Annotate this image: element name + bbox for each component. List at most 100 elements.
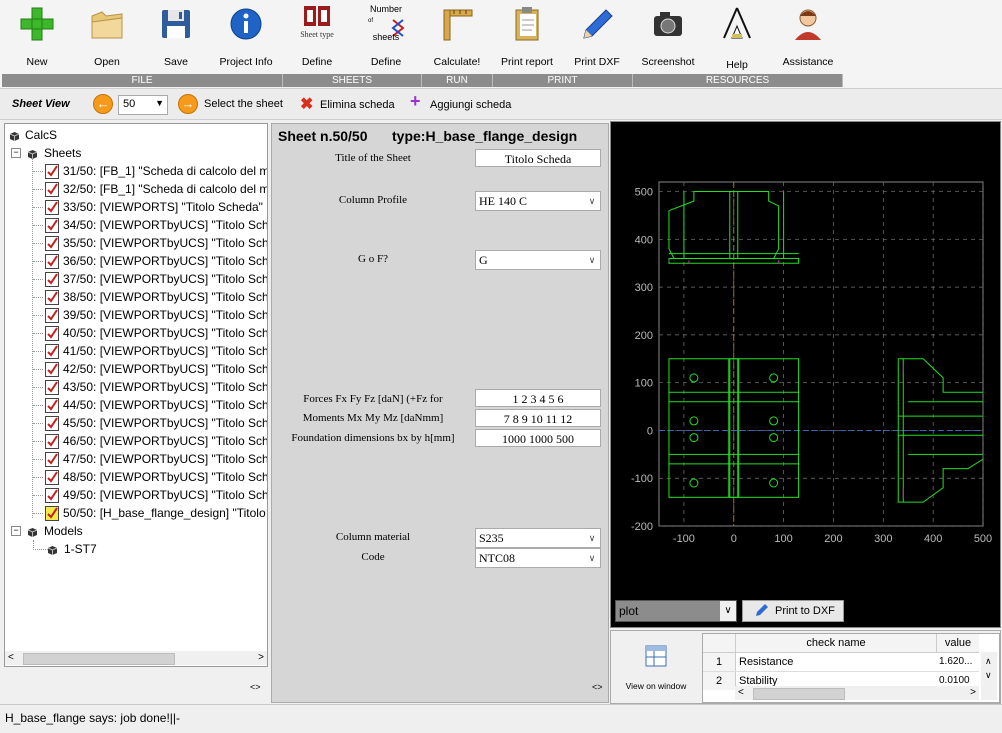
tree-sheet-item[interactable]: 38/50: [VIEWPORTbyUCS] "Titolo Sche xyxy=(5,288,267,306)
sheet-number-select[interactable]: 50 ▼ xyxy=(118,95,168,115)
column-header-value[interactable]: value xyxy=(937,634,979,653)
sheet-check-icon[interactable] xyxy=(45,254,59,269)
foundation-input[interactable]: 1000 1000 500 xyxy=(475,429,601,447)
tree-sheet-item[interactable]: 44/50: [VIEWPORTbyUCS] "Titolo Sche xyxy=(5,396,267,414)
tree-sheet-item[interactable]: 34/50: [VIEWPORTbyUCS] "Titolo Sche xyxy=(5,216,267,234)
sheet-check-icon[interactable] xyxy=(45,290,59,305)
sheet-check-icon[interactable] xyxy=(45,218,59,233)
y-tick-label: 300 xyxy=(635,282,653,294)
project-info-button[interactable]: Project Info xyxy=(212,0,280,74)
tree-sheet-item[interactable]: 48/50: [VIEWPORTbyUCS] "Titolo Sche xyxy=(5,468,267,486)
tree-sheet-item[interactable]: 47/50: [VIEWPORTbyUCS] "Titolo Sche xyxy=(5,450,267,468)
select-sheet-arrow-button[interactable]: → xyxy=(178,94,198,114)
select-sheet-button[interactable]: Select the sheet xyxy=(204,98,283,110)
sheet-check-icon[interactable] xyxy=(45,398,59,413)
tree-sheets-folder[interactable]: Sheets xyxy=(5,144,267,162)
scroll-up-icon[interactable]: ∧ xyxy=(985,656,992,667)
scroll-right-icon[interactable]: > xyxy=(258,652,264,663)
scroll-right-icon[interactable]: > xyxy=(970,687,976,698)
assistance-button[interactable]: Assistance xyxy=(774,0,842,74)
print-to-dxf-button[interactable]: Print to DXF xyxy=(742,600,844,622)
help-button[interactable]: Help xyxy=(703,0,771,74)
sheet-check-icon[interactable] xyxy=(45,344,59,359)
tree-sheet-item[interactable]: 46/50: [VIEWPORTbyUCS] "Titolo Sche xyxy=(5,432,267,450)
column-profile-select[interactable]: HE 140 C ∨ xyxy=(475,191,601,211)
table-horizontal-scrollbar[interactable]: < > xyxy=(735,686,979,700)
screenshot-button[interactable]: Screenshot xyxy=(634,0,702,74)
column-header-check-name[interactable]: check name xyxy=(736,634,937,653)
code-select[interactable]: NTC08 ∨ xyxy=(475,548,601,568)
print-report-button[interactable]: Print report xyxy=(493,0,561,74)
sheet-tree[interactable]: CalcS − Sheets 31/50: [FB_1] "Scheda di cal… xyxy=(4,123,268,667)
view-on-window-button[interactable]: View on window xyxy=(611,631,701,701)
tree-sheet-item[interactable]: 35/50: [VIEWPORTbyUCS] "Titolo Sche xyxy=(5,234,267,252)
table-row[interactable]: 1 Resistance 1.620... xyxy=(703,653,979,672)
tree-branch xyxy=(33,333,43,334)
add-sheet-button[interactable]: Aggiungi scheda xyxy=(430,99,511,111)
tree-models-folder[interactable]: Models xyxy=(5,522,267,540)
sheet-check-icon[interactable] xyxy=(45,488,59,503)
sheet-check-icon[interactable] xyxy=(45,308,59,323)
tree-sheet-item[interactable]: 43/50: [VIEWPORTbyUCS] "Titolo Sche xyxy=(5,378,267,396)
tree-scroll-thumb[interactable] xyxy=(23,653,175,665)
tree-sheet-item[interactable]: 41/50: [VIEWPORTbyUCS] "Titolo Sche xyxy=(5,342,267,360)
tree-resize-grip[interactable]: <> xyxy=(250,682,261,692)
sheet-check-icon[interactable] xyxy=(45,380,59,395)
checks-table[interactable]: check name value 1 Resistance 1.620... 2… xyxy=(702,633,1000,703)
tree-root[interactable]: CalcS xyxy=(5,126,267,144)
delete-x-icon: ✖ xyxy=(300,96,314,113)
calculate-button[interactable]: Calculate! xyxy=(423,0,491,74)
form-resize-grip[interactable]: <> xyxy=(592,682,603,692)
tree-horizontal-scrollbar[interactable]: < > xyxy=(5,651,267,665)
sheet-check-icon[interactable] xyxy=(45,326,59,341)
new-button[interactable]: New xyxy=(3,0,71,74)
plot-select[interactable]: plot ∨ xyxy=(615,600,737,622)
tree-sheet-item[interactable]: 36/50: [VIEWPORTbyUCS] "Titolo Sche xyxy=(5,252,267,270)
scroll-left-icon[interactable]: < xyxy=(738,687,744,698)
tree-sheet-item[interactable]: 42/50: [VIEWPORTbyUCS] "Titolo Sche xyxy=(5,360,267,378)
cube-icon xyxy=(27,147,38,159)
title-input[interactable]: Titolo Scheda xyxy=(475,149,601,167)
sheet-check-icon[interactable] xyxy=(45,434,59,449)
sheet-check-icon[interactable] xyxy=(45,452,59,467)
gof-select[interactable]: G ∨ xyxy=(475,250,601,270)
tree-model-item[interactable]: 1-ST7 xyxy=(5,540,267,558)
scroll-left-icon[interactable]: < xyxy=(8,652,14,663)
sheet-check-icon[interactable] xyxy=(45,272,59,287)
tree-sheet-item[interactable]: 45/50: [VIEWPORTbyUCS] "Titolo Sche xyxy=(5,414,267,432)
code-label: Code xyxy=(361,551,385,563)
tree-sheet-item[interactable]: 33/50: [VIEWPORTS] "Titolo Scheda" xyxy=(5,198,267,216)
tree-sheet-item[interactable]: 37/50: [VIEWPORTbyUCS] "Titolo Sche xyxy=(5,270,267,288)
tree-sheet-item[interactable]: 32/50: [FB_1] "Scheda di calcolo del m xyxy=(5,180,267,198)
tree-sheet-item[interactable]: 31/50: [FB_1] "Scheda di calcolo del m xyxy=(5,162,267,180)
tree-sheet-item[interactable]: 39/50: [VIEWPORTbyUCS] "Titolo Sche xyxy=(5,306,267,324)
define-sheet-type-button[interactable]: Sheet type Define xyxy=(283,0,351,74)
save-button[interactable]: Save xyxy=(142,0,210,74)
column-material-select[interactable]: S235 ∨ xyxy=(475,528,601,548)
tree-sheet-label: 49/50: [VIEWPORTbyUCS] "Titolo Sche xyxy=(63,488,268,502)
forces-input[interactable]: 1 2 3 4 5 6 xyxy=(475,389,601,407)
moments-input[interactable]: 7 8 9 10 11 12 xyxy=(475,409,601,427)
table-vertical-scrollbar[interactable]: ∧ ∨ xyxy=(981,652,997,700)
scroll-down-icon[interactable]: ∨ xyxy=(985,670,992,681)
tree-sheet-item[interactable]: 50/50: [H_base_flange_design] "Titolo xyxy=(5,504,267,522)
tree-branch xyxy=(33,477,43,478)
sheet-check-icon[interactable] xyxy=(45,236,59,251)
sheet-check-icon[interactable] xyxy=(45,164,59,179)
sheet-check-icon[interactable] xyxy=(45,200,59,215)
flange-drawing[interactable]: -100 0 100 200 300 400 500 500 400 300 200 100 0 -100… xyxy=(611,122,1000,592)
sheet-check-icon[interactable] xyxy=(45,182,59,197)
delete-sheet-button[interactable]: Elimina scheda xyxy=(320,99,395,111)
print-dxf-button[interactable]: Print DXF xyxy=(563,0,631,74)
sheet-check-icon[interactable] xyxy=(45,470,59,485)
tree-sheet-item[interactable]: 49/50: [VIEWPORTbyUCS] "Titolo Sche xyxy=(5,486,267,504)
sheet-check-icon[interactable] xyxy=(45,362,59,377)
define-number-sheets-button[interactable]: Number of sheets Define xyxy=(352,0,420,74)
prev-sheet-button[interactable]: ← xyxy=(93,94,113,114)
sheet-check-icon[interactable] xyxy=(45,416,59,431)
tree-sheet-item[interactable]: 40/50: [VIEWPORTbyUCS] "Titolo Sche xyxy=(5,324,267,342)
table-scroll-thumb[interactable] xyxy=(753,688,845,700)
drawing-plot-panel[interactable]: -100 0 100 200 300 400 500 500 400 300 200 100 0 -100… xyxy=(610,121,1001,628)
open-button[interactable]: Open xyxy=(73,0,141,74)
sheet-check-icon[interactable] xyxy=(45,506,59,521)
